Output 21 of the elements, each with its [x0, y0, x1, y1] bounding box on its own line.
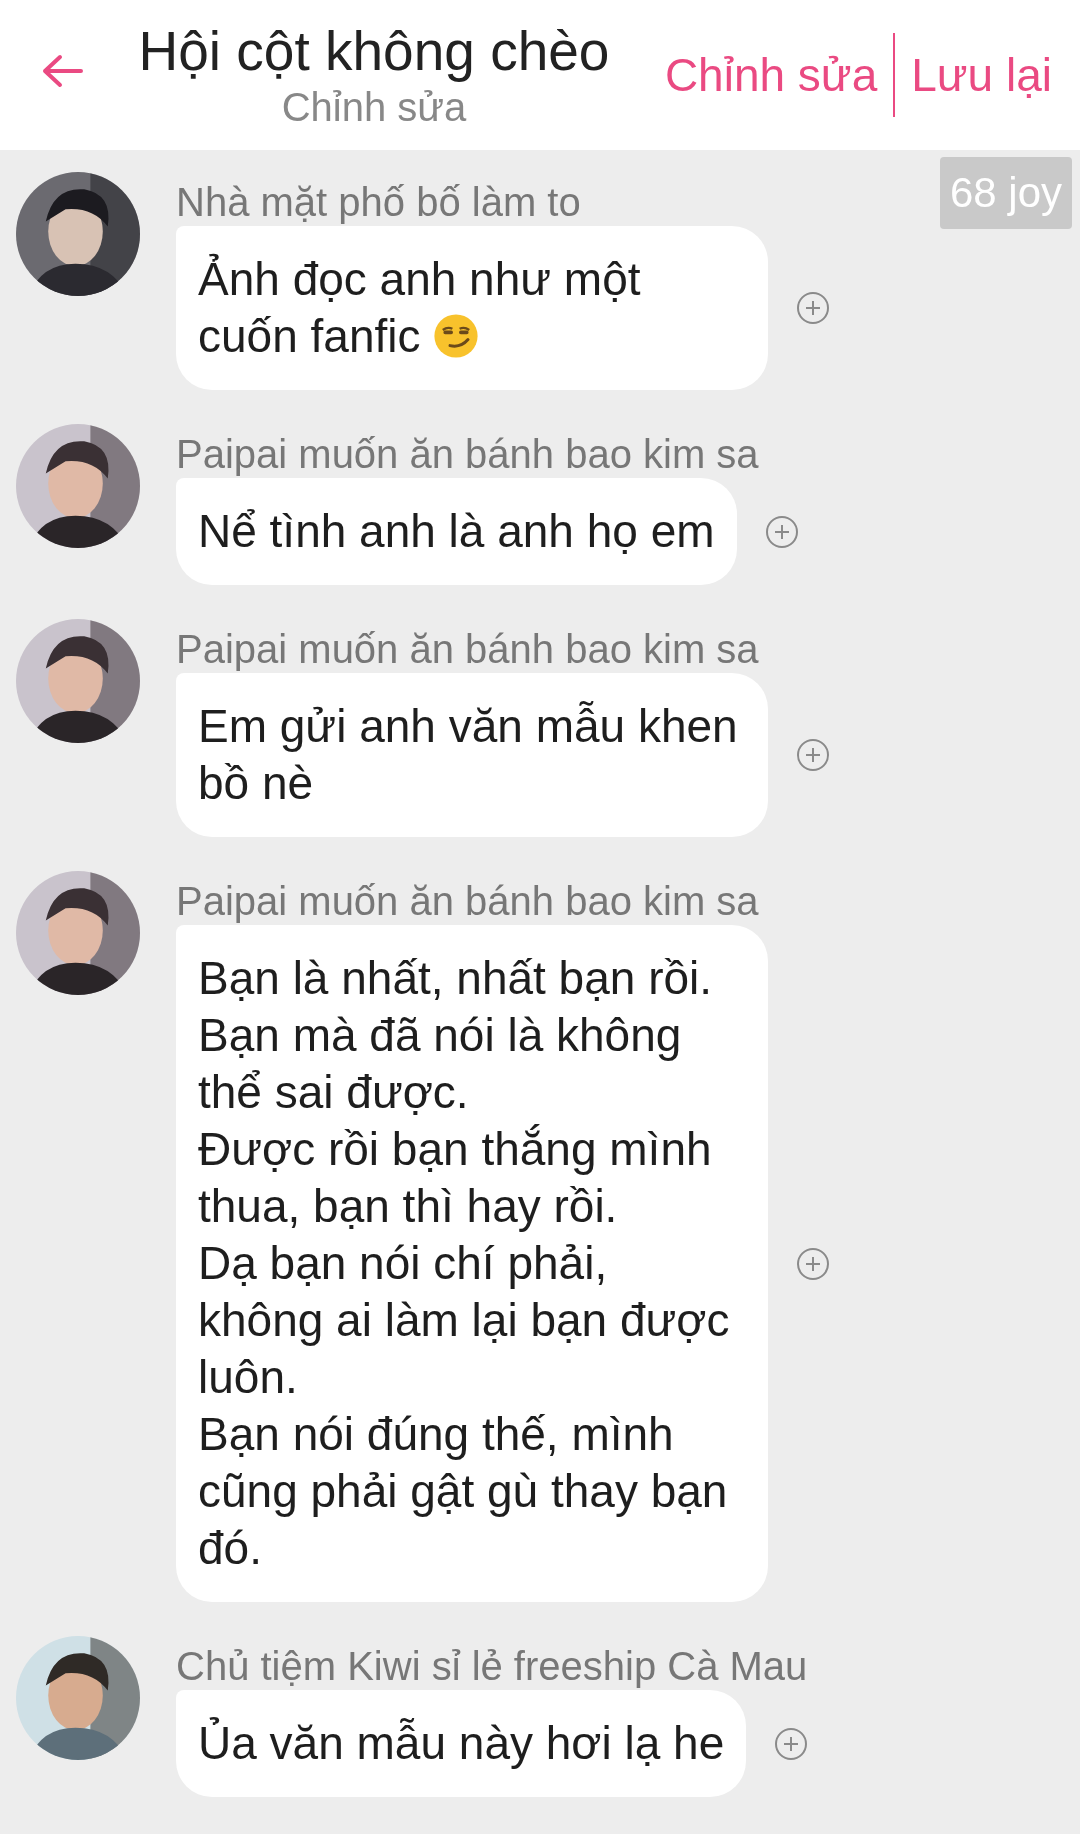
chat-title: Hội cột không chèo — [138, 19, 610, 83]
header-action[interactable]: Lưu lại — [895, 48, 1068, 102]
sender-name: Chủ tiệm Kiwi sỉ lẻ freeship Cà Mau — [176, 1643, 809, 1690]
add-reaction-icon[interactable] — [774, 1726, 809, 1761]
message-bubble: Bạn là nhất, nhất bạn rồi. Bạn mà đã nói là không thể sai được. Được rồi bạn thắng mình thua, bạn thì hay rồi. Dạ bạn nói chí phải, không ai làm lại bạn được luôn. Bạn nói đúng thế, mình cũng phải gật gù thay bạn đó. — [176, 925, 768, 1602]
message-bubble: Ảnh đọc anh như một cuốn fanfic — [176, 226, 768, 390]
header-action[interactable]: Chỉnh sửa — [648, 48, 894, 102]
add-reaction-icon[interactable] — [796, 1246, 830, 1281]
message-bubble: Ủa văn mẫu này hơi lạ he — [176, 1690, 747, 1797]
add-reaction-icon[interactable] — [764, 514, 799, 549]
message-bubble: Nể tình anh là anh họ em — [176, 478, 737, 585]
add-reaction-icon[interactable] — [796, 738, 830, 772]
sender-name: Paipai muốn ăn bánh bao kim sa — [176, 878, 760, 925]
chat-subtitle: Chỉnh sửa — [281, 84, 467, 131]
sender-name: Paipai muốn ăn bánh bao kim sa — [176, 431, 760, 478]
smirk-face-icon — [432, 312, 481, 360]
sender-name: Nhà mặt phố bố làm to — [176, 179, 582, 226]
sender-name: Paipai muốn ăn bánh bao kim sa — [176, 626, 760, 673]
add-reaction-icon[interactable] — [796, 291, 830, 325]
message-bubble: Em gửi anh văn mẫu khen bồ nè — [176, 673, 768, 837]
back-arrow-icon[interactable] — [40, 53, 84, 89]
